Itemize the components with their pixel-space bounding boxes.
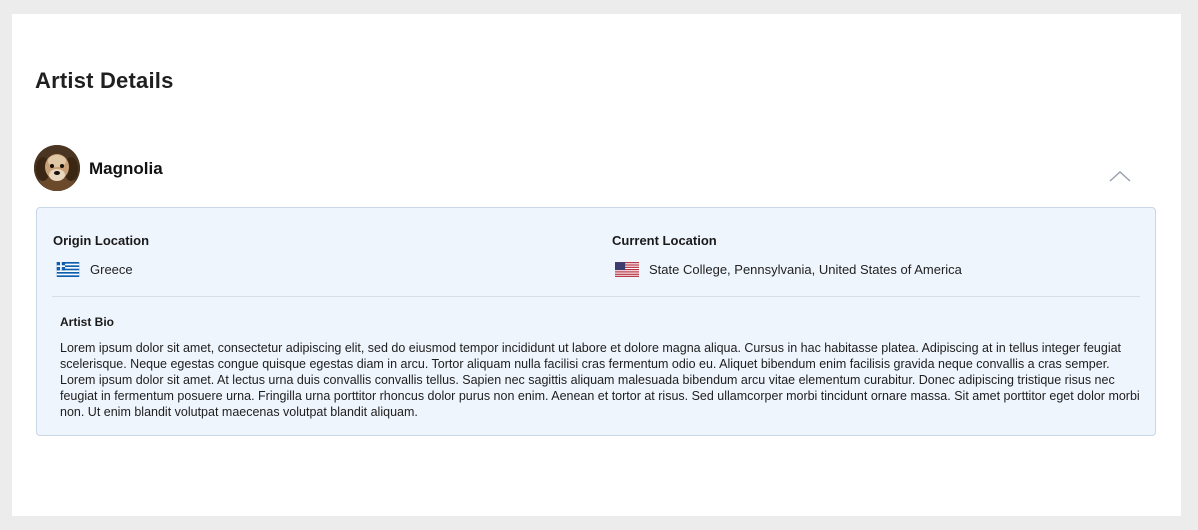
artist-bio-label: Artist Bio — [60, 315, 114, 329]
chevron-up-icon[interactable] — [1108, 169, 1132, 183]
current-location-value-row: State College, Pennsylvania, United Stat… — [612, 262, 962, 277]
page-title: Artist Details — [35, 68, 174, 93]
origin-location-value-row: Greece — [53, 262, 149, 277]
origin-location-value: Greece — [90, 262, 133, 277]
artist-bio-text: Lorem ipsum dolor sit amet, consectetur … — [60, 341, 1140, 419]
avatar — [34, 145, 80, 191]
origin-location-label: Origin Location — [53, 233, 150, 248]
origin-location: Origin Location Greece — [53, 233, 149, 277]
artist-details-card: Artist Details Magnolia Origin Location … — [12, 14, 1181, 516]
current-location: Current Location State College, Pennsylv… — [612, 233, 962, 277]
artist-details-panel: Origin Location Greece Current Location — [36, 207, 1156, 436]
divider — [52, 296, 1140, 297]
usa-flag-icon — [615, 262, 639, 277]
current-location-label: Current Location — [612, 233, 717, 248]
artist-header[interactable]: Magnolia — [34, 145, 1154, 193]
dog-photo-avatar-icon — [34, 145, 80, 191]
current-location-value: State College, Pennsylvania, United Stat… — [649, 262, 962, 277]
greece-flag-icon — [56, 262, 80, 277]
artist-name: Magnolia — [89, 159, 163, 178]
